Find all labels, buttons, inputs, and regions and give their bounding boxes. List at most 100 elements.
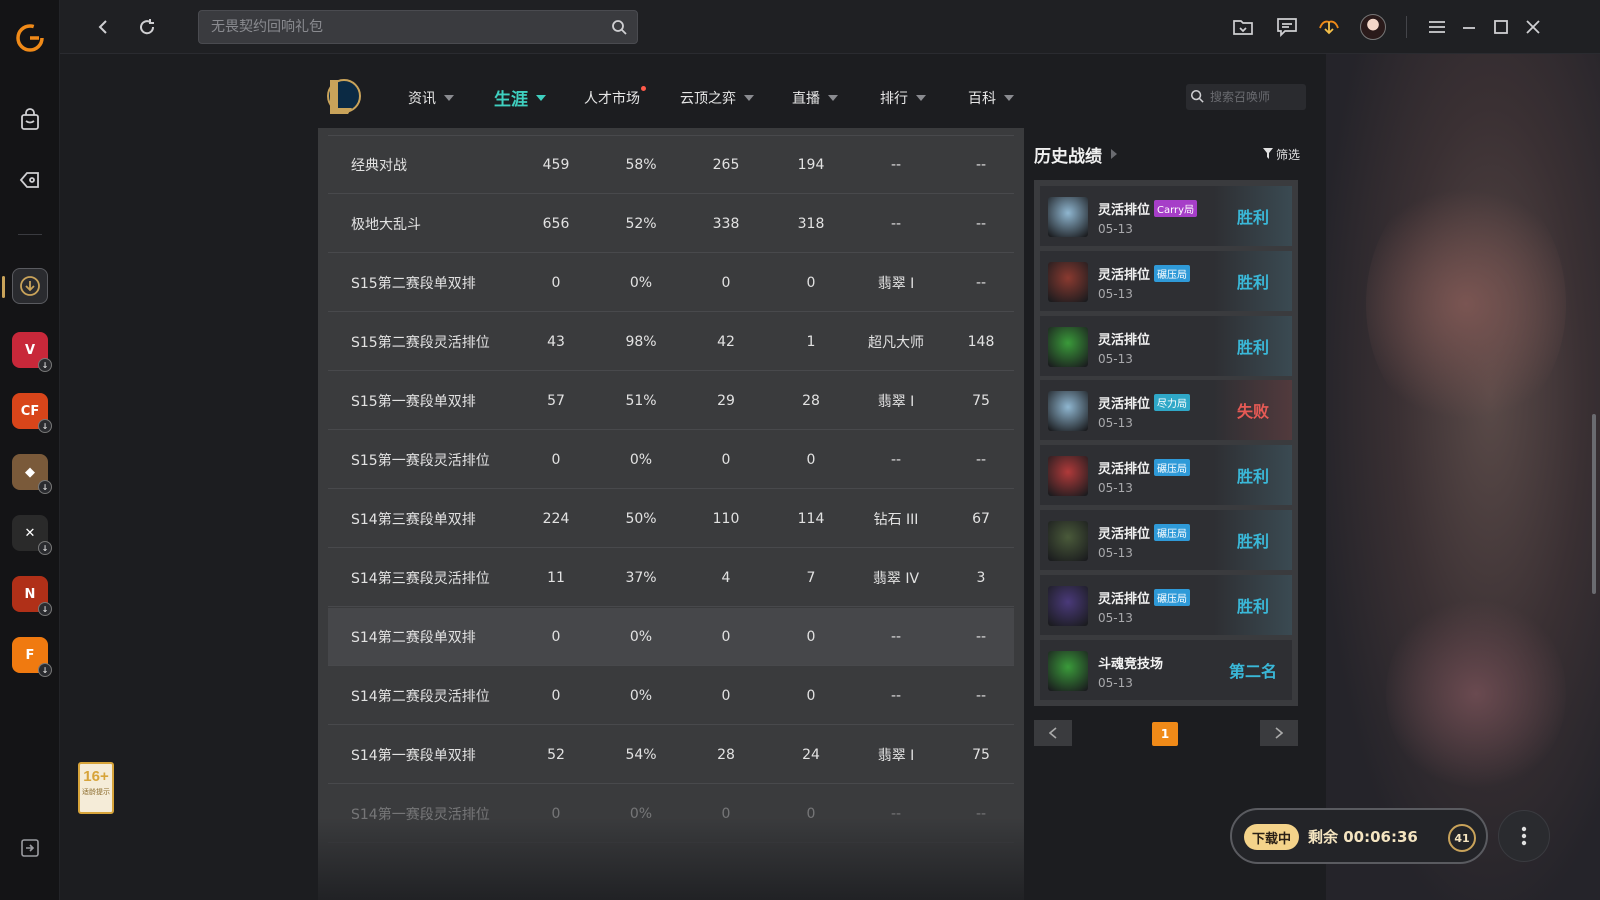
rail-game-game-4[interactable]: ◆ ↓ bbox=[12, 454, 52, 494]
minimize-icon[interactable] bbox=[1454, 12, 1484, 42]
mode-name-cell: S15第二赛段灵活排位 bbox=[351, 334, 490, 351]
match-item[interactable]: 灵活排位 尽力局 05-13 失败 bbox=[1040, 380, 1292, 441]
chevron-down-icon bbox=[536, 94, 546, 101]
match-item[interactable]: 灵活排位 Carry局 05-13 胜利 bbox=[1040, 186, 1292, 246]
champion-avatar bbox=[1048, 456, 1088, 497]
table-row[interactable]: S15第二赛段灵活排位 43 98% 42 1 超凡大师 148 bbox=[328, 313, 1014, 371]
chevron-right-icon bbox=[1110, 145, 1118, 165]
lol-logo-icon[interactable] bbox=[322, 74, 362, 118]
champion-avatar bbox=[1048, 197, 1088, 237]
match-item[interactable]: 灵活排位 碾压局 05-13 胜利 bbox=[1040, 510, 1292, 570]
stat-cell: 7 bbox=[806, 569, 816, 586]
rail-divider bbox=[18, 234, 42, 235]
chevron-down-icon bbox=[828, 95, 838, 101]
match-date: 05-13 bbox=[1098, 416, 1133, 431]
match-item[interactable]: 灵活排位 05-13 胜利 bbox=[1040, 315, 1292, 376]
rail-game-lol[interactable] bbox=[12, 268, 48, 304]
match-item[interactable]: 灵活排位 碾压局 05-13 胜利 bbox=[1040, 574, 1292, 635]
game-icon: F bbox=[25, 647, 35, 663]
nav-tab-0[interactable]: 资讯 bbox=[408, 88, 454, 108]
next-page-button[interactable] bbox=[1260, 720, 1298, 746]
stat-cell: 75 bbox=[972, 392, 990, 409]
search-icon[interactable] bbox=[611, 19, 627, 39]
filter-button[interactable]: 筛选 bbox=[1262, 146, 1300, 163]
nav-tab-1[interactable]: 生涯 bbox=[494, 85, 546, 110]
menu-icon[interactable] bbox=[1422, 12, 1452, 42]
nav-tab-label: 人才市场 bbox=[584, 86, 646, 108]
rail-game-game-5[interactable]: ✕ ↓ bbox=[12, 515, 52, 555]
stat-cell: 51% bbox=[625, 392, 657, 409]
mode-name-cell: S14第二赛段单双排 bbox=[351, 629, 476, 646]
page-number-current[interactable]: 1 bbox=[1152, 722, 1178, 746]
table-row[interactable]: 经典对战 459 58% 265 194 -- -- bbox=[328, 136, 1014, 194]
download-remaining-time: 剩余 00:06:36 bbox=[1308, 828, 1418, 846]
summoner-search-input[interactable] bbox=[1210, 90, 1300, 104]
stat-cell: 67 bbox=[972, 510, 990, 527]
stat-cell: 24 bbox=[802, 746, 820, 763]
table-row[interactable]: S14第一赛段单双排 52 54% 28 24 翡翠 I 75 bbox=[328, 726, 1014, 784]
table-row[interactable]: S15第一赛段灵活排位 0 0% 0 0 -- -- bbox=[328, 431, 1014, 489]
stat-cell: 钻石 III bbox=[873, 511, 919, 528]
rail-game-valorant[interactable]: V ↓ bbox=[12, 332, 52, 372]
more-options-button[interactable] bbox=[1498, 810, 1550, 862]
table-row[interactable]: S15第二赛段单双排 0 0% 0 0 翡翠 I -- bbox=[328, 254, 1014, 312]
collapse-rail-icon[interactable] bbox=[10, 828, 50, 868]
match-item[interactable]: 灵活排位 碾压局 05-13 胜利 bbox=[1040, 445, 1292, 506]
rail-game-nba2k[interactable]: N ↓ bbox=[12, 576, 52, 616]
close-icon[interactable] bbox=[1518, 12, 1548, 42]
stat-cell: 0 bbox=[551, 687, 561, 704]
stat-cell: 28 bbox=[802, 392, 820, 409]
age-rating-label: 16+ bbox=[83, 768, 109, 785]
stat-cell: -- bbox=[890, 451, 902, 468]
match-item[interactable]: 斗魂竞技场 05-13 第二名 bbox=[1040, 639, 1292, 700]
folder-icon[interactable] bbox=[1228, 12, 1258, 42]
rail-game-crossfire[interactable]: CF ↓ bbox=[12, 393, 52, 433]
user-avatar[interactable] bbox=[1358, 12, 1388, 42]
global-search-box[interactable] bbox=[198, 10, 638, 44]
table-row[interactable]: S14第二赛段单双排 0 0% 0 0 -- -- bbox=[328, 608, 1014, 666]
rail-game-game-f[interactable]: F ↓ bbox=[12, 637, 52, 677]
nav-tab-2[interactable]: 人才市场 bbox=[584, 86, 646, 108]
match-history-title[interactable]: 历史战绩 bbox=[1034, 142, 1118, 167]
age-rating-note: 适龄提示 bbox=[82, 788, 110, 796]
maximize-icon[interactable] bbox=[1486, 12, 1516, 42]
champion-avatar bbox=[1048, 326, 1088, 367]
match-item[interactable]: 灵活排位 碾压局 05-13 胜利 bbox=[1040, 250, 1292, 311]
prev-page-button[interactable] bbox=[1034, 720, 1072, 746]
history-pagination: 1 bbox=[1034, 720, 1298, 746]
stat-cell: 194 bbox=[797, 156, 825, 173]
nav-tab-4[interactable]: 直播 bbox=[792, 88, 838, 108]
download-progress-widget[interactable]: 下载中 剩余 00:06:36 41 bbox=[1230, 808, 1488, 864]
match-mode: 灵活排位 尽力局 bbox=[1098, 393, 1191, 412]
tag-icon[interactable] bbox=[10, 160, 50, 200]
refresh-icon[interactable] bbox=[132, 12, 162, 42]
match-mode: 灵活排位 碾压局 bbox=[1098, 264, 1191, 283]
table-row[interactable]: S15第一赛段单双排 57 51% 29 28 翡翠 I 75 bbox=[328, 372, 1014, 430]
table-row[interactable]: S14第一赛段灵活排位 0 0% 0 0 -- -- bbox=[328, 785, 1014, 843]
stat-cell: 148 bbox=[967, 333, 995, 350]
nav-tab-3[interactable]: 云顶之弈 bbox=[680, 88, 754, 108]
nav-tab-5[interactable]: 排行 bbox=[880, 88, 926, 108]
page-scrollbar[interactable] bbox=[1592, 414, 1596, 594]
app-logo-icon[interactable] bbox=[10, 18, 50, 58]
stat-cell: 52% bbox=[625, 215, 657, 232]
nav-tab-6[interactable]: 百科 bbox=[968, 88, 1014, 108]
table-row[interactable]: 极地大乱斗 656 52% 338 318 -- -- bbox=[328, 195, 1014, 253]
table-row[interactable]: S14第三赛段灵活排位 11 37% 4 7 翡翠 IV 3 bbox=[328, 549, 1014, 607]
stat-cell: 翡翠 I bbox=[877, 747, 915, 764]
back-icon[interactable] bbox=[88, 12, 118, 42]
stat-cell: 翡翠 I bbox=[877, 393, 915, 410]
download-manager-icon[interactable] bbox=[1314, 12, 1344, 42]
store-bag-icon[interactable] bbox=[10, 100, 50, 140]
table-row[interactable]: S14第二赛段灵活排位 0 0% 0 0 -- -- bbox=[328, 667, 1014, 725]
topbar-divider bbox=[1406, 16, 1407, 38]
global-search-input[interactable] bbox=[211, 11, 591, 43]
stat-cell: 265 bbox=[712, 156, 740, 173]
search-icon[interactable] bbox=[1190, 88, 1204, 107]
table-row[interactable]: S14第三赛段单双排 224 50% 110 114 钻石 III 67 bbox=[328, 490, 1014, 548]
match-mode-label: 灵活排位 bbox=[1098, 462, 1151, 478]
mode-name-cell: S14第三赛段单双排 bbox=[351, 511, 476, 528]
match-tag-badge: 碾压局 bbox=[1154, 588, 1191, 606]
message-icon[interactable] bbox=[1272, 12, 1302, 42]
summoner-search-box[interactable] bbox=[1186, 84, 1306, 110]
